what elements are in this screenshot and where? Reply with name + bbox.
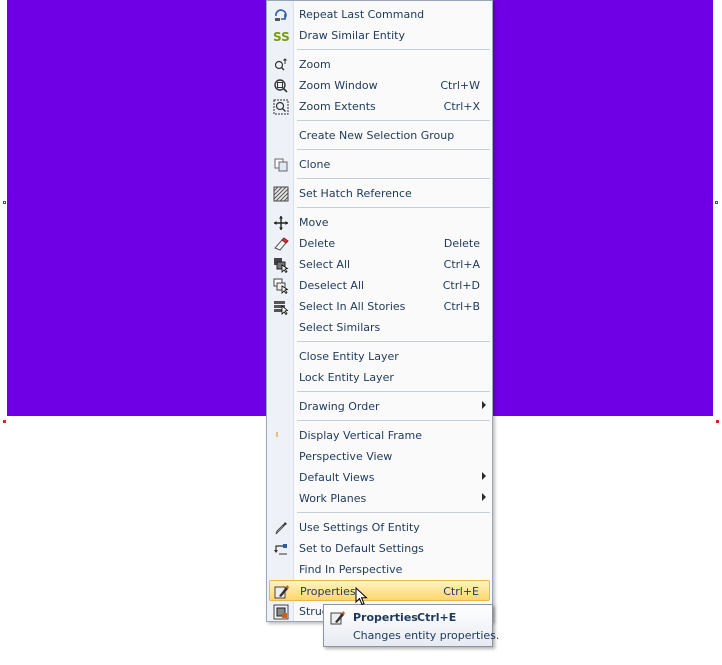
zoom-window-icon	[272, 77, 289, 94]
menu-item-shortcut: Ctrl+W	[440, 79, 480, 92]
menu-item-zoom[interactable]: Zoom	[269, 54, 490, 75]
eyedropper-icon	[272, 519, 289, 536]
deselect-all-icon	[272, 277, 289, 294]
clone-icon	[272, 156, 289, 173]
menu-separator	[297, 391, 490, 392]
menu-item-label: Close Entity Layer	[299, 350, 399, 363]
submenu-arrow-icon	[482, 493, 486, 501]
menu-item-use-settings-of-entity[interactable]: Use Settings Of Entity	[269, 517, 490, 538]
menu-item-lock-entity-layer[interactable]: Lock Entity Layer	[269, 367, 490, 388]
menu-separator	[297, 207, 490, 208]
context-menu: Repeat Last Command SS Draw Similar Enti…	[266, 0, 493, 622]
menu-item-label: Create New Selection Group	[299, 129, 455, 142]
menu-separator	[297, 512, 490, 513]
menu-item-label: Clone	[299, 158, 331, 171]
menu-item-move[interactable]: Move	[269, 212, 490, 233]
menu-item-label: Select All	[299, 258, 351, 271]
menu-item-label: Set Hatch Reference	[299, 187, 412, 200]
menu-item-shortcut: Ctrl+D	[442, 279, 480, 292]
selection-handle-left[interactable]	[3, 201, 6, 204]
menu-separator	[297, 149, 490, 150]
menu-item-label: Draw Similar Entity	[299, 29, 405, 42]
svg-text:SS: SS	[273, 30, 289, 44]
structure-icon	[272, 603, 289, 620]
menu-item-label: Zoom Extents	[299, 100, 376, 113]
eraser-icon	[272, 235, 289, 252]
hatch-icon	[272, 185, 289, 202]
menu-item-label: Default Views	[299, 471, 375, 484]
properties-icon	[330, 610, 347, 627]
menu-item-properties[interactable]: Properties Ctrl+E	[269, 580, 490, 601]
menu-separator	[297, 120, 490, 121]
menu-item-work-planes[interactable]: Work Planes	[269, 488, 490, 509]
menu-item-label: Find In Perspective	[299, 563, 403, 576]
menu-item-set-hatch-reference[interactable]: Set Hatch Reference	[269, 183, 490, 204]
menu-separator	[297, 420, 490, 421]
mouse-cursor-icon	[355, 587, 368, 606]
submenu-arrow-icon	[482, 472, 486, 480]
menu-item-zoom-window[interactable]: Zoom Window Ctrl+W	[269, 75, 490, 96]
zoom-icon	[272, 56, 289, 73]
menu-item-drawing-order[interactable]: Drawing Order	[269, 396, 490, 417]
menu-item-perspective-view[interactable]: Perspective View	[269, 446, 490, 467]
menu-separator	[297, 341, 490, 342]
selection-handle-bottom-left[interactable]	[3, 420, 6, 423]
menu-item-close-entity-layer[interactable]: Close Entity Layer	[269, 346, 490, 367]
menu-item-shortcut: Ctrl+B	[443, 300, 480, 313]
selection-handle-right[interactable]	[715, 201, 718, 204]
menu-item-display-vertical-frame[interactable]: Display Vertical Frame	[269, 425, 490, 446]
tooltip-title: Properties	[353, 611, 418, 624]
submenu-arrow-icon	[482, 401, 486, 409]
select-all-icon	[272, 256, 289, 273]
menu-item-default-views[interactable]: Default Views	[269, 467, 490, 488]
menu-item-select-in-all-stories[interactable]: Select In All Stories Ctrl+B	[269, 296, 490, 317]
menu-item-select-similars[interactable]: Select Similars	[269, 317, 490, 338]
menu-item-label: Move	[299, 216, 329, 229]
draw-similar-icon: SS	[272, 27, 289, 44]
menu-item-label: Display Vertical Frame	[299, 429, 422, 442]
menu-item-shortcut: Ctrl+A	[443, 258, 480, 271]
menu-item-set-to-default-settings[interactable]: Set to Default Settings	[269, 538, 490, 559]
menu-item-shortcut: Ctrl+X	[443, 100, 480, 113]
menu-item-label: Set to Default Settings	[299, 542, 424, 555]
selection-handle-bottom-right[interactable]	[716, 420, 719, 423]
properties-tooltip: Properties Ctrl+E Changes entity propert…	[323, 604, 499, 647]
menu-separator	[297, 178, 490, 179]
menu-item-label: Delete	[299, 237, 336, 250]
menu-item-find-in-perspective[interactable]: Find In Perspective	[269, 559, 490, 580]
menu-item-label: Select In All Stories	[299, 300, 406, 313]
zoom-extents-icon	[272, 98, 289, 115]
menu-item-create-new-selection-group[interactable]: Create New Selection Group	[269, 125, 490, 146]
menu-item-repeat-last-command[interactable]: Repeat Last Command	[269, 4, 490, 25]
menu-item-label: Work Planes	[299, 492, 367, 505]
menu-separator	[297, 49, 490, 50]
menu-item-label: Zoom Window	[299, 79, 378, 92]
vertical-frame-icon	[272, 427, 289, 444]
properties-icon	[273, 583, 290, 600]
menu-item-label: Lock Entity Layer	[299, 371, 394, 384]
select-stories-icon	[272, 298, 289, 315]
menu-item-select-all[interactable]: Select All Ctrl+A	[269, 254, 490, 275]
menu-item-clone[interactable]: Clone	[269, 154, 490, 175]
menu-item-deselect-all[interactable]: Deselect All Ctrl+D	[269, 275, 490, 296]
tooltip-description: Changes entity properties.	[353, 629, 500, 642]
move-icon	[272, 214, 289, 231]
menu-item-shortcut: Delete	[443, 237, 480, 250]
default-settings-icon	[272, 540, 289, 557]
menu-item-shortcut: Ctrl+E	[443, 585, 479, 598]
menu-item-zoom-extents[interactable]: Zoom Extents Ctrl+X	[269, 96, 490, 117]
menu-item-label: Drawing Order	[299, 400, 380, 413]
menu-item-delete[interactable]: Delete Delete	[269, 233, 490, 254]
menu-item-label: Properties	[300, 585, 356, 598]
menu-item-draw-similar-entity[interactable]: SS Draw Similar Entity	[269, 25, 490, 46]
menu-item-label: Perspective View	[299, 450, 393, 463]
menu-item-label: Select Similars	[299, 321, 381, 334]
menu-item-label: Zoom	[299, 58, 331, 71]
repeat-icon	[272, 6, 289, 23]
menu-item-label: Use Settings Of Entity	[299, 521, 420, 534]
menu-item-label: Repeat Last Command	[299, 8, 425, 21]
tooltip-shortcut: Ctrl+E	[417, 611, 457, 624]
menu-item-label: Deselect All	[299, 279, 365, 292]
